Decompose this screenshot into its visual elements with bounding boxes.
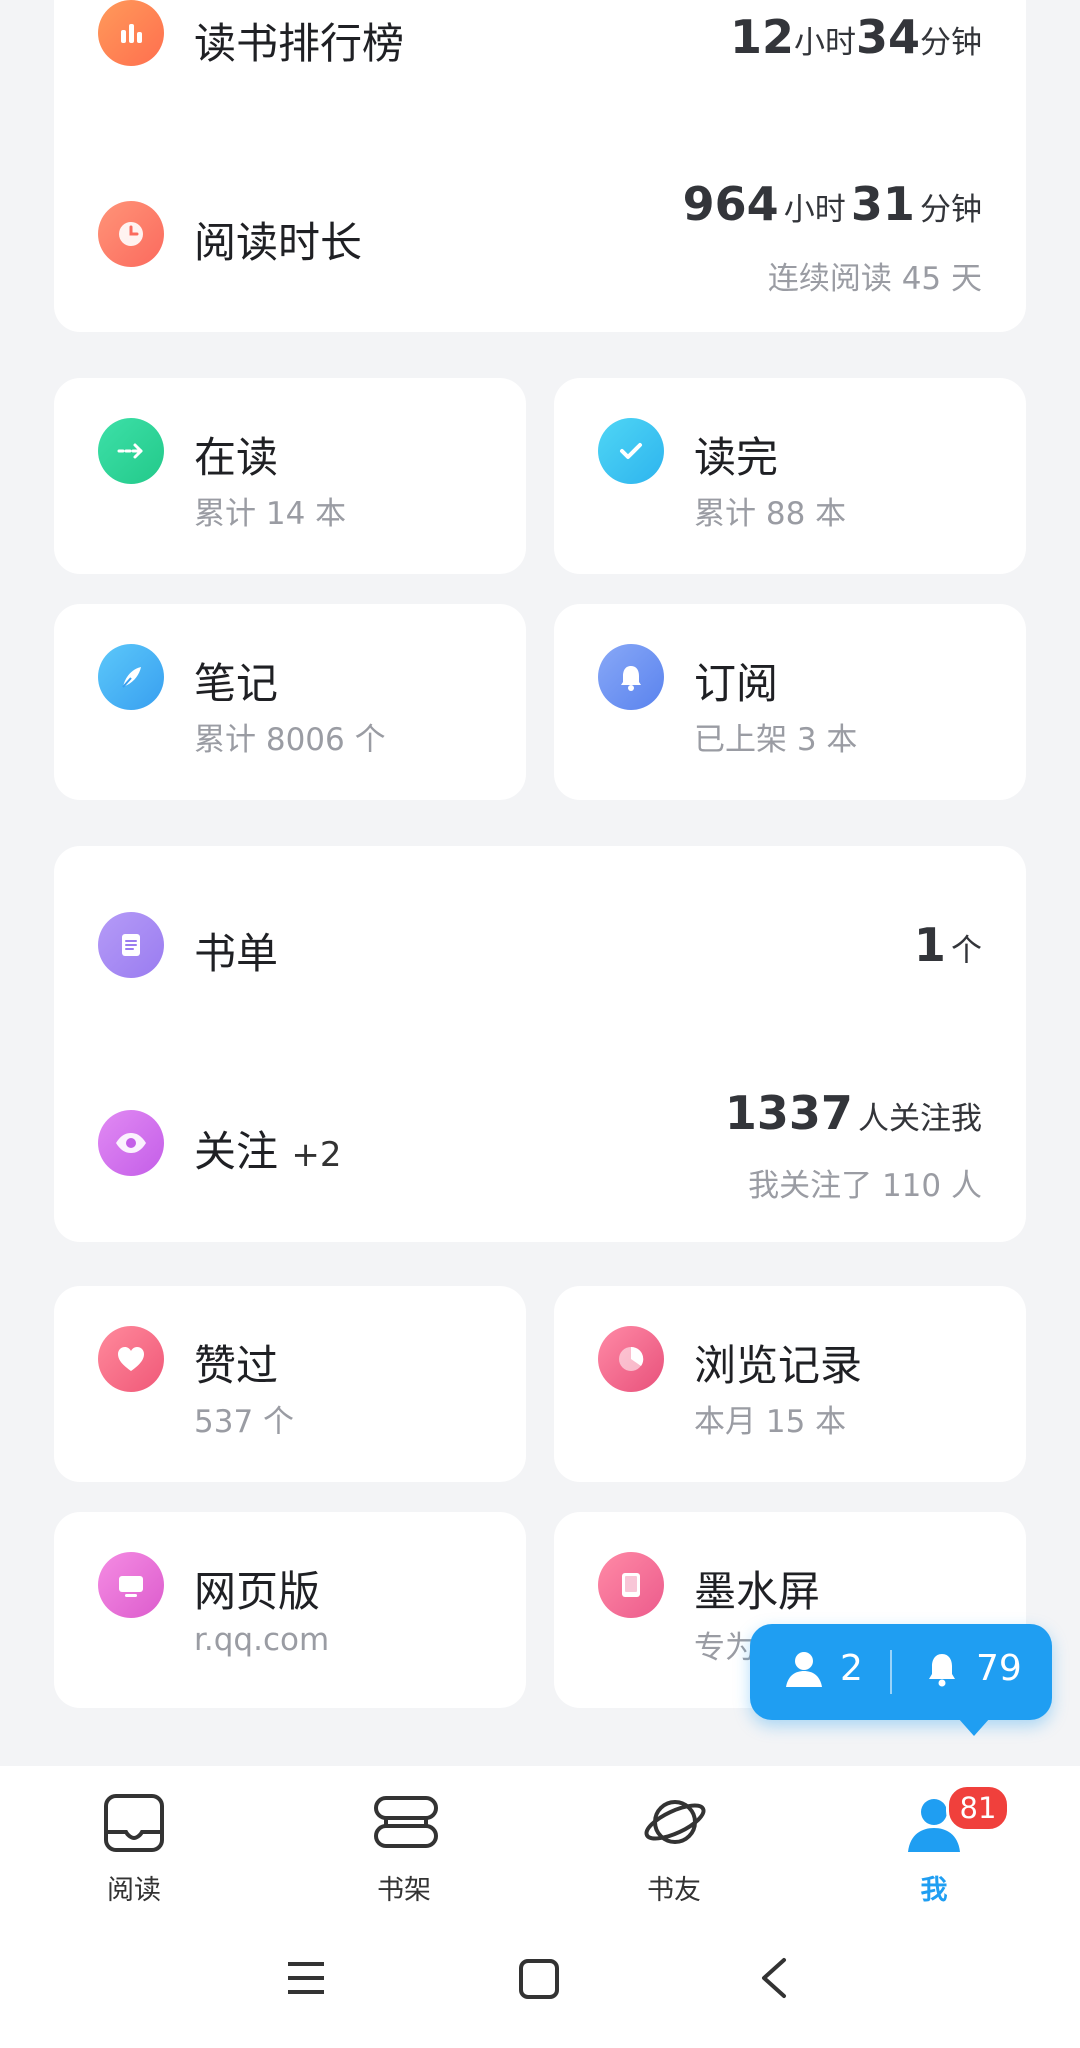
document-icon xyxy=(98,912,164,978)
liked-card[interactable]: 赞过 537 个 xyxy=(54,1286,526,1482)
friend-count: 2 xyxy=(840,1648,863,1689)
back-icon[interactable] xyxy=(758,1956,790,2000)
notification-bell-icon xyxy=(929,1653,955,1686)
web-title: 网页版 xyxy=(194,1567,321,1616)
notes-title: 笔记 xyxy=(194,659,279,708)
subscribe-title: 订阅 xyxy=(694,659,779,708)
notes-sub: 累计 8006 个 xyxy=(194,722,386,758)
bar-chart-icon xyxy=(98,0,164,66)
finished-title: 读完 xyxy=(694,433,779,482)
tab-shelf[interactable]: 书架 xyxy=(334,1766,474,1906)
history-sub: 本月 15 本 xyxy=(694,1404,847,1440)
tab-me-label: 我 xyxy=(920,1875,948,1906)
web-sub: r.qq.com xyxy=(194,1622,330,1658)
followers-value: 1337 人关注我 xyxy=(724,1086,982,1140)
tab-friends[interactable]: 书友 xyxy=(604,1766,744,1906)
web-card[interactable]: 网页版 r.qq.com xyxy=(54,1512,526,1708)
system-nav-bar xyxy=(0,1906,1080,2048)
notes-card[interactable]: 笔记 累计 8006 个 xyxy=(54,604,526,800)
tab-reading-label: 阅读 xyxy=(107,1875,161,1906)
history-title: 浏览记录 xyxy=(694,1341,863,1390)
booklist-title: 书单 xyxy=(194,929,279,978)
pie-icon xyxy=(598,1326,664,1392)
bell-icon xyxy=(598,644,664,710)
subscribe-card[interactable]: 订阅 已上架 3 本 xyxy=(554,604,1026,800)
ranking-title: 读书排行榜 xyxy=(194,19,405,68)
reading-streak: 连续阅读 45 天 xyxy=(767,261,982,297)
friend-requests[interactable]: 2 xyxy=(782,1648,863,1689)
reading-now-sub: 累计 14 本 xyxy=(194,496,347,532)
tab-me[interactable]: 81 我 xyxy=(864,1766,1010,1906)
heart-icon xyxy=(98,1326,164,1392)
feather-icon xyxy=(98,644,164,710)
booklist-row[interactable]: 书单 1 个 xyxy=(54,900,1026,990)
reading-time-row[interactable]: 阅读时长 964 小时 31 分钟 连续阅读 45 天 xyxy=(54,175,1026,315)
eye-icon xyxy=(98,1110,164,1176)
ranking-value: 12小时34分钟 xyxy=(729,10,982,64)
friend-icon xyxy=(786,1651,822,1687)
check-icon xyxy=(598,418,664,484)
reading-time-title: 阅读时长 xyxy=(194,218,363,267)
monitor-icon xyxy=(98,1552,164,1618)
bottom-tab-bar: 阅读 书架 书友 81 我 xyxy=(0,1766,1080,1906)
follow-row[interactable]: 关注 +2 1337 人关注我 我关注了 110 人 xyxy=(54,1080,1026,1220)
clock-icon xyxy=(98,201,164,267)
eink-sub: 专为 xyxy=(694,1630,756,1666)
reading-now-card[interactable]: 在读 累计 14 本 xyxy=(54,378,526,574)
following-count: 我关注了 110 人 xyxy=(748,1168,982,1204)
shelf-icon xyxy=(374,1796,438,1848)
notification-bubble[interactable]: 2 79 xyxy=(750,1624,1052,1736)
arrow-right-icon xyxy=(98,418,164,484)
book-icon xyxy=(104,1794,164,1852)
ranking-row[interactable]: 读书排行榜 12小时34分钟 xyxy=(54,0,1026,80)
reading-time-value: 964 小时 31 分钟 xyxy=(682,177,982,231)
liked-sub: 537 个 xyxy=(194,1404,295,1440)
tab-shelf-label: 书架 xyxy=(377,1875,431,1906)
liked-title: 赞过 xyxy=(194,1341,279,1390)
finished-sub: 累计 88 本 xyxy=(694,496,847,532)
bubble-divider xyxy=(890,1650,892,1694)
planet-icon xyxy=(644,1800,706,1844)
tab-friends-label: 书友 xyxy=(647,1875,701,1906)
notification-count: 79 xyxy=(976,1648,1022,1689)
home-icon[interactable] xyxy=(518,1958,560,2000)
eink-icon xyxy=(598,1552,664,1618)
reading-now-title: 在读 xyxy=(194,433,279,482)
tab-me-badge: 81 xyxy=(946,1784,1010,1832)
subscribe-sub: 已上架 3 本 xyxy=(694,722,858,758)
menu-icon[interactable] xyxy=(286,1960,326,1996)
booklist-count: 1 个 xyxy=(913,918,982,972)
eink-title: 墨水屏 xyxy=(694,1567,821,1616)
finished-card[interactable]: 读完 累计 88 本 xyxy=(554,378,1026,574)
tab-reading[interactable]: 阅读 xyxy=(64,1766,204,1906)
follow-title: 关注 +2 xyxy=(194,1127,342,1176)
notifications[interactable]: 79 xyxy=(922,1648,1022,1689)
history-card[interactable]: 浏览记录 本月 15 本 xyxy=(554,1286,1026,1482)
